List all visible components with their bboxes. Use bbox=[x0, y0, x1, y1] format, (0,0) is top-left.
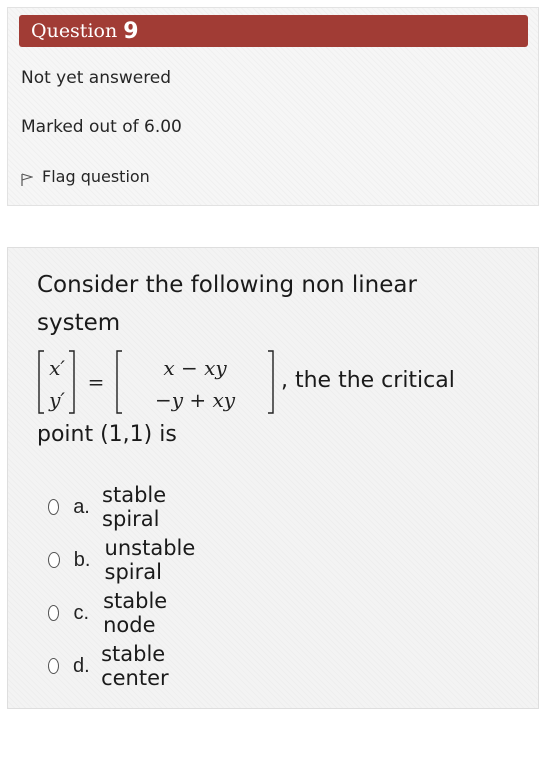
rhs-bracket-left bbox=[116, 350, 122, 414]
answer-option-d[interactable]: d. stable center bbox=[48, 642, 190, 690]
answer-option-c[interactable]: c. stable node bbox=[48, 589, 186, 637]
option-letter: c. bbox=[73, 601, 89, 624]
question-info-panel: Question 9 Not yet answered Marked out o… bbox=[7, 7, 539, 206]
lhs-bracket-right bbox=[69, 350, 75, 414]
option-letter: d. bbox=[72, 654, 90, 677]
radio-button[interactable] bbox=[48, 605, 60, 621]
question-text: Consider the following non linear system bbox=[37, 272, 417, 336]
equals-sign: = bbox=[88, 370, 105, 394]
flag-icon bbox=[21, 173, 33, 186]
answer-state: Not yet answered bbox=[21, 68, 172, 88]
lhs-bracket-left bbox=[38, 350, 44, 414]
lhs-top: x′ bbox=[49, 356, 65, 380]
option-text: stable spiral bbox=[102, 483, 167, 531]
question-content-panel: Consider the following non linear system… bbox=[7, 247, 539, 709]
question-text-continued: , the the critical bbox=[281, 368, 455, 393]
question-text-tail: point (1,1) is bbox=[37, 422, 177, 447]
option-letter: b. bbox=[73, 548, 91, 571]
question-header: Question 9 bbox=[19, 15, 528, 47]
flag-question-link[interactable]: Flag question bbox=[21, 165, 150, 187]
radio-button[interactable] bbox=[48, 499, 60, 515]
rhs-bracket-right bbox=[268, 350, 274, 414]
option-text: stable node bbox=[103, 589, 168, 637]
answer-option-a[interactable]: a. stable spiral bbox=[48, 483, 186, 531]
lhs-bottom: y′ bbox=[48, 388, 65, 412]
system-equation: x′ y′ = x − xy −y + xy bbox=[38, 350, 274, 414]
option-text: unstable spiral bbox=[104, 536, 196, 584]
question-grade: Marked out of 6.00 bbox=[21, 117, 182, 137]
flag-question-label: Flag question bbox=[42, 166, 150, 186]
radio-button[interactable] bbox=[48, 658, 59, 674]
radio-button[interactable] bbox=[48, 552, 60, 568]
question-label: Question bbox=[31, 20, 118, 42]
answer-option-b[interactable]: b. unstable spiral bbox=[48, 536, 213, 584]
option-letter: a. bbox=[73, 495, 90, 518]
rhs-top: x − xy bbox=[163, 356, 227, 380]
option-text: stable center bbox=[101, 642, 169, 690]
question-number: 9 bbox=[123, 18, 139, 44]
rhs-bottom: −y + xy bbox=[155, 388, 236, 412]
